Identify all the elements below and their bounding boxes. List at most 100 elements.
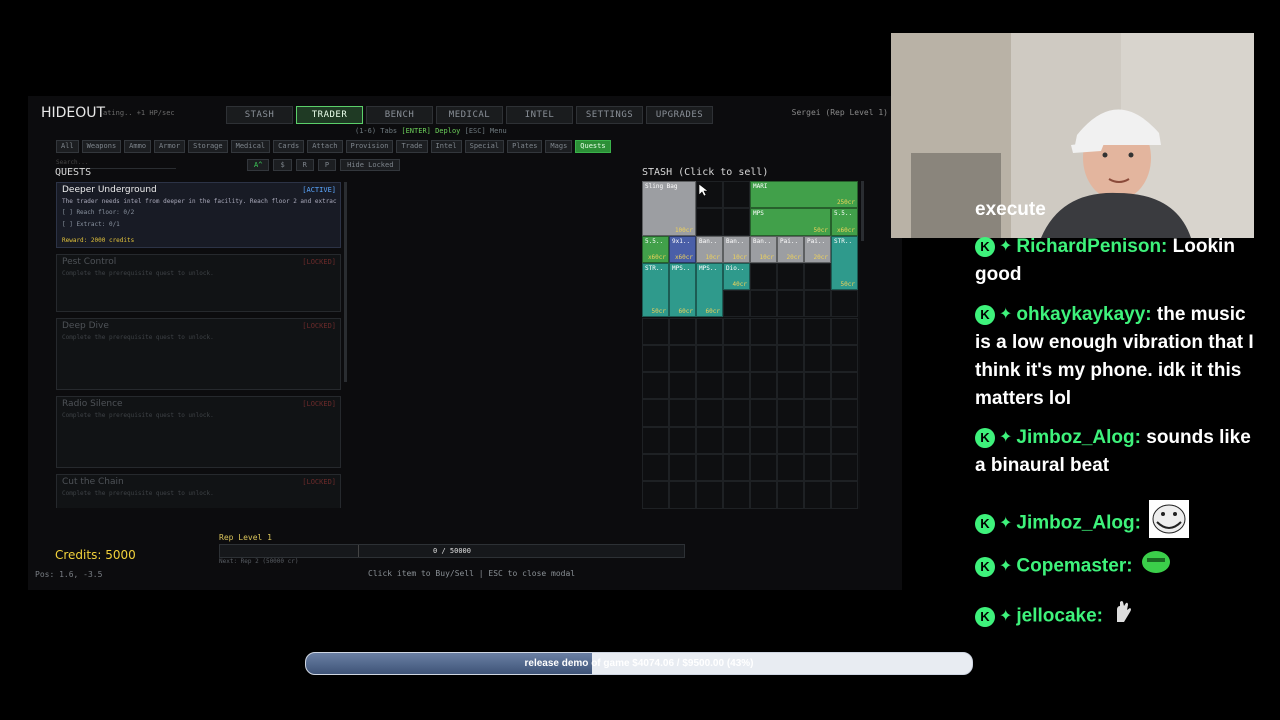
stash-item[interactable]: 5.5.. x60cr [642,235,669,263]
sort-button[interactable]: R [295,159,314,171]
stash-cell[interactable] [723,181,750,209]
stash-item[interactable]: MPS.. 60cr [696,262,723,318]
stash-cell[interactable] [831,481,858,509]
stash-cell[interactable] [777,399,804,427]
sort-button[interactable]: Hide Locked [340,159,401,171]
filter-cards[interactable]: Cards [273,140,305,153]
stash-cell[interactable] [831,372,858,400]
stash-cell[interactable] [669,426,696,454]
stash-cell[interactable] [777,262,804,291]
stash-cell[interactable] [669,344,696,373]
stash-cell[interactable] [831,317,858,345]
stash-cell[interactable] [804,454,831,482]
tab-stash[interactable]: STASH [226,106,293,124]
stash-cell[interactable] [804,399,831,427]
stash-item[interactable]: Ban.. 10cr [750,235,777,263]
tab-settings[interactable]: SETTINGS [576,106,643,124]
stash-cell[interactable] [804,426,831,454]
stash-cell[interactable] [831,426,858,454]
tab-intel[interactable]: INTEL [506,106,573,124]
stash-cell[interactable] [777,290,804,318]
quest-card[interactable]: Radio Silence [LOCKED] Complete the prereq… [56,396,341,468]
stash-cell[interactable] [777,481,804,509]
stash-item[interactable]: Ban.. 10cr [723,235,750,263]
stash-cell[interactable] [642,317,669,345]
stash-cell[interactable] [777,454,804,482]
stash-cell[interactable] [723,317,750,345]
filter-attach[interactable]: Attach [307,140,343,153]
filter-ammo[interactable]: Ammo [124,140,152,153]
stash-item[interactable]: Pai.. 20cr [777,235,804,263]
tab-trader[interactable]: TRADER [296,106,363,124]
stash-cell[interactable] [777,317,804,345]
stash-item[interactable]: 9x1.. x60cr [669,235,696,263]
stash-item[interactable]: STR.. 50cr [831,235,858,291]
filter-all[interactable]: All [56,140,79,153]
stash-cell[interactable] [831,399,858,427]
stash-cell[interactable] [750,262,777,291]
stash-item[interactable]: STR.. 50cr [642,262,669,318]
stash-scrollbar[interactable] [861,181,864,241]
tab-medical[interactable]: MEDICAL [436,106,503,124]
stash-cell[interactable] [642,426,669,454]
stash-item[interactable]: 5.5.. x60cr [831,208,858,236]
stash-cell[interactable] [669,317,696,345]
stash-cell[interactable] [750,290,777,318]
sort-button[interactable]: $ [273,159,292,171]
stash-cell[interactable] [669,399,696,427]
filter-plates[interactable]: Plates [507,140,543,153]
sort-button[interactable]: A^ [247,159,270,171]
stash-item[interactable]: Pai.. 20cr [804,235,831,263]
stash-cell[interactable] [669,454,696,482]
quest-card[interactable]: Deeper Underground [ACTIVE] The trader nee… [56,182,341,248]
quest-card[interactable]: Cut the Chain [LOCKED] Complete the prereq… [56,474,341,508]
stash-item[interactable]: MARI 250cr [750,181,858,209]
stash-cell[interactable] [804,372,831,400]
stash-cell[interactable] [696,426,723,454]
stash-cell[interactable] [804,290,831,318]
stash-item[interactable]: Sling Bag 100cr [642,181,696,236]
stash-cell[interactable] [642,399,669,427]
stash-cell[interactable] [642,481,669,509]
stash-cell[interactable] [696,317,723,345]
stash-cell[interactable] [723,290,750,318]
stash-cell[interactable] [750,454,777,482]
stash-cell[interactable] [804,481,831,509]
stash-cell[interactable] [777,426,804,454]
stash-cell[interactable] [804,344,831,373]
quest-scrollbar[interactable] [344,182,347,382]
filter-special[interactable]: Special [464,140,505,153]
stash-cell[interactable] [642,344,669,373]
sort-button[interactable]: P [317,159,337,171]
stash-item[interactable]: Dio.. 40cr [723,262,750,291]
stash-cell[interactable] [696,344,723,373]
stash-cell[interactable] [831,290,858,318]
stash-cell[interactable] [804,262,831,291]
stash-cell[interactable] [750,426,777,454]
stash-cell[interactable] [696,454,723,482]
filter-intel[interactable]: Intel [430,140,462,153]
stash-cell[interactable] [642,372,669,400]
stash-cell[interactable] [642,454,669,482]
stash-cell[interactable] [750,481,777,509]
filter-quests[interactable]: Quests [575,140,611,153]
filter-mags[interactable]: Mags [545,140,573,153]
filter-storage[interactable]: Storage [188,140,228,153]
stash-cell[interactable] [831,344,858,373]
tab-upgrades[interactable]: UPGRADES [646,106,713,124]
stash-cell[interactable] [723,454,750,482]
stash-cell[interactable] [696,208,723,236]
filter-armor[interactable]: Armor [154,140,186,153]
stash-cell[interactable] [669,372,696,400]
stash-item[interactable]: MPS 50cr [750,208,831,236]
stash-cell[interactable] [777,372,804,400]
tab-bench[interactable]: BENCH [366,106,433,124]
filter-trade[interactable]: Trade [396,140,428,153]
stash-cell[interactable] [831,454,858,482]
stash-cell[interactable] [696,399,723,427]
stash-cell[interactable] [750,344,777,373]
quest-card[interactable]: Deep Dive [LOCKED] Complete the prerequisi… [56,318,341,390]
stash-cell[interactable] [723,426,750,454]
stash-cell[interactable] [750,372,777,400]
quest-card[interactable]: Pest Control [LOCKED] Complete the prerequ… [56,254,341,312]
